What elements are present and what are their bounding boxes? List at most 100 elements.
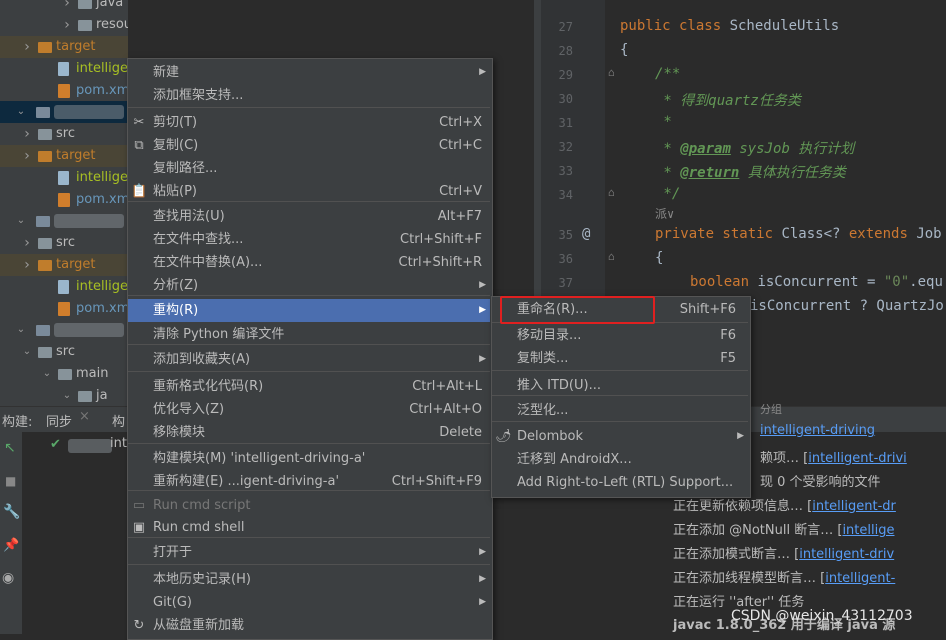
chevron-right-icon[interactable]: › xyxy=(22,145,32,167)
menu-item[interactable]: 复制路径... xyxy=(128,157,490,180)
build-tab-sync[interactable]: 同步 xyxy=(46,411,72,430)
fold-icon[interactable]: ⌂ xyxy=(608,250,615,263)
code-line[interactable]: * @return 具体执行任务类 xyxy=(655,162,845,182)
menu-item[interactable]: 添加框架支持... xyxy=(128,84,490,107)
tree-item-label: resources xyxy=(96,17,128,32)
chevron-right-icon[interactable]: › xyxy=(62,14,72,36)
tree-item[interactable]: pom.xm xyxy=(0,80,128,102)
tree-item[interactable]: intellige xyxy=(0,276,128,298)
menu-item[interactable]: 重构(R) ▶ xyxy=(128,299,490,322)
tree-item[interactable]: ⌄ src xyxy=(0,341,128,363)
code-line[interactable]: * @param sysJob 执行计划 xyxy=(655,138,854,158)
chevron-down-icon[interactable]: ⌄ xyxy=(16,210,26,232)
menu-item[interactable]: 移除模块 Delete xyxy=(128,421,490,444)
tree-item[interactable]: › target xyxy=(0,145,128,167)
menu-item-label: 打开于 xyxy=(153,545,193,560)
menu-separator xyxy=(128,443,490,444)
tree-item-label: intellige xyxy=(76,61,128,76)
code-line[interactable]: { xyxy=(655,250,663,266)
tree-item[interactable]: pom.xm xyxy=(0,189,128,211)
folder-icon xyxy=(78,391,92,402)
tree-item[interactable]: pom.xm xyxy=(0,298,128,320)
menu-item[interactable]: 打开于 ▶ xyxy=(128,541,490,564)
code-lens[interactable]: 派∨ xyxy=(655,205,674,222)
tree-item[interactable]: › resources xyxy=(0,14,128,36)
rebuild-icon[interactable]: ↖ xyxy=(4,440,16,456)
code-line[interactable]: isConcurrent ? QuartzJo xyxy=(750,298,944,314)
chevron-right-icon[interactable]: › xyxy=(22,123,32,145)
submenu-item[interactable]: 泛型化... xyxy=(492,399,748,422)
chevron-down-icon[interactable]: ⌄ xyxy=(16,101,26,123)
menu-item[interactable]: 查找用法(U) Alt+F7 xyxy=(128,205,490,228)
tree-item[interactable]: › src xyxy=(0,232,128,254)
eye-icon[interactable]: ◉ xyxy=(2,570,14,586)
chevron-down-icon[interactable]: ⌄ xyxy=(42,363,52,385)
tree-item[interactable]: ⌄ ja xyxy=(0,385,128,406)
menu-item[interactable]: 清除 Python 编译文件 xyxy=(128,323,490,346)
menu-item-label: Run cmd script xyxy=(153,498,251,513)
menu-item[interactable]: 分析(Z) ▶ xyxy=(128,274,490,297)
stop-icon[interactable]: ■ xyxy=(5,474,16,488)
menu-item[interactable]: 构建模块(M) 'intelligent-driving-a' xyxy=(128,447,490,470)
tree-item[interactable]: intellige xyxy=(0,167,128,189)
menu-item-shortcut: Ctrl+Alt+L xyxy=(412,379,482,394)
code-line[interactable]: * 得到quartz任务类 xyxy=(655,90,800,110)
tree-module[interactable]: ⌄ intelligent-r xyxy=(0,210,128,232)
tree-module[interactable]: ⌄ intelligent-r xyxy=(0,101,128,123)
menu-item[interactable]: Git(G) ▶ xyxy=(128,591,490,614)
chevron-right-icon[interactable]: › xyxy=(22,254,32,276)
code-line[interactable]: /** xyxy=(655,66,680,82)
code-line[interactable]: * xyxy=(655,114,671,130)
menu-item[interactable]: ✂ 剪切(T) Ctrl+X xyxy=(128,111,490,134)
menu-item-label: Git(G) xyxy=(153,595,192,610)
menu-item-shortcut: Ctrl+V xyxy=(439,184,482,199)
tree-item[interactable]: › target xyxy=(0,254,128,276)
tree-item[interactable]: › target xyxy=(0,36,128,58)
chevron-down-icon[interactable]: ⌄ xyxy=(22,341,32,363)
menu-item[interactable]: ⧉ 复制(C) Ctrl+C xyxy=(128,134,490,157)
code-line[interactable]: */ xyxy=(655,186,680,202)
submenu-item[interactable]: 迁移到 AndroidX... xyxy=(492,448,748,471)
menu-item[interactable]: 新建 ▶ xyxy=(128,61,490,84)
tree-item[interactable]: › src xyxy=(0,123,128,145)
menu-item[interactable]: 重新格式化代码(R) Ctrl+Alt+L xyxy=(128,375,490,398)
context-menu: 新建 ▶ 添加框架支持... ✂ 剪切(T) Ctrl+X ⧉ 复制(C) Ctrl+C 复制路径… xyxy=(127,58,493,640)
code-line[interactable]: private static Class<? extends Job xyxy=(655,226,942,242)
menu-item-label: 分析(Z) xyxy=(153,278,199,293)
tree-item[interactable]: ⌄ main xyxy=(0,363,128,385)
code-line[interactable]: boolean isConcurrent = "0".equ xyxy=(690,274,943,290)
menu-item[interactable]: 在文件中查找... Ctrl+Shift+F xyxy=(128,228,490,251)
build-tab-more[interactable]: 构 xyxy=(112,411,125,430)
chevron-right-icon[interactable]: › xyxy=(62,0,72,14)
fold-icon[interactable]: ⌂ xyxy=(608,186,615,199)
tree-item[interactable]: › java xyxy=(0,0,128,14)
annotation-marker[interactable]: @ xyxy=(582,226,590,242)
chevron-down-icon[interactable]: ⌄ xyxy=(62,385,72,406)
menu-item[interactable]: 本地历史记录(H) ▶ xyxy=(128,568,490,591)
fold-icon[interactable]: ⌂ xyxy=(608,66,615,79)
menu-item[interactable]: 添加到收藏夹(A) ▶ xyxy=(128,348,490,371)
chevron-right-icon[interactable]: › xyxy=(22,36,32,58)
pin-icon[interactable]: 📌 xyxy=(3,538,19,553)
menu-item[interactable]: 在文件中替换(A)... Ctrl+Shift+R xyxy=(128,251,490,274)
code-line[interactable]: public class ScheduleUtils xyxy=(620,18,839,34)
menu-item-label: 复制(C) xyxy=(153,138,199,153)
menu-item[interactable]: ▣ Run cmd shell xyxy=(128,516,490,539)
submenu-item[interactable]: 🌶 Delombok ▶ xyxy=(492,425,748,448)
menu-item-label: 添加框架支持... xyxy=(153,88,244,103)
submenu-item[interactable]: 移动目录... F6 xyxy=(492,324,748,347)
wrench-icon[interactable]: 🔧 xyxy=(3,504,20,520)
close-icon[interactable]: × xyxy=(79,409,90,424)
chevron-down-icon[interactable]: ⌄ xyxy=(16,319,26,341)
submenu-item[interactable]: Add Right-to-Left (RTL) Support... xyxy=(492,471,748,494)
menu-item[interactable]: 📋 粘贴(P) Ctrl+V xyxy=(128,180,490,203)
menu-item-label: 优化导入(Z) xyxy=(153,402,225,417)
tree-module[interactable]: ⌄ intelligent-r xyxy=(0,319,128,341)
code-line[interactable]: { xyxy=(620,42,628,58)
submenu-item[interactable]: 复制类... F5 xyxy=(492,347,748,370)
menu-item[interactable]: 优化导入(Z) Ctrl+Alt+O xyxy=(128,398,490,421)
menu-item-label: 推入 ITD(U)... xyxy=(517,378,601,393)
submenu-item[interactable]: 推入 ITD(U)... xyxy=(492,374,748,397)
chevron-right-icon[interactable]: › xyxy=(22,232,32,254)
tree-item[interactable]: intellige xyxy=(0,58,128,80)
